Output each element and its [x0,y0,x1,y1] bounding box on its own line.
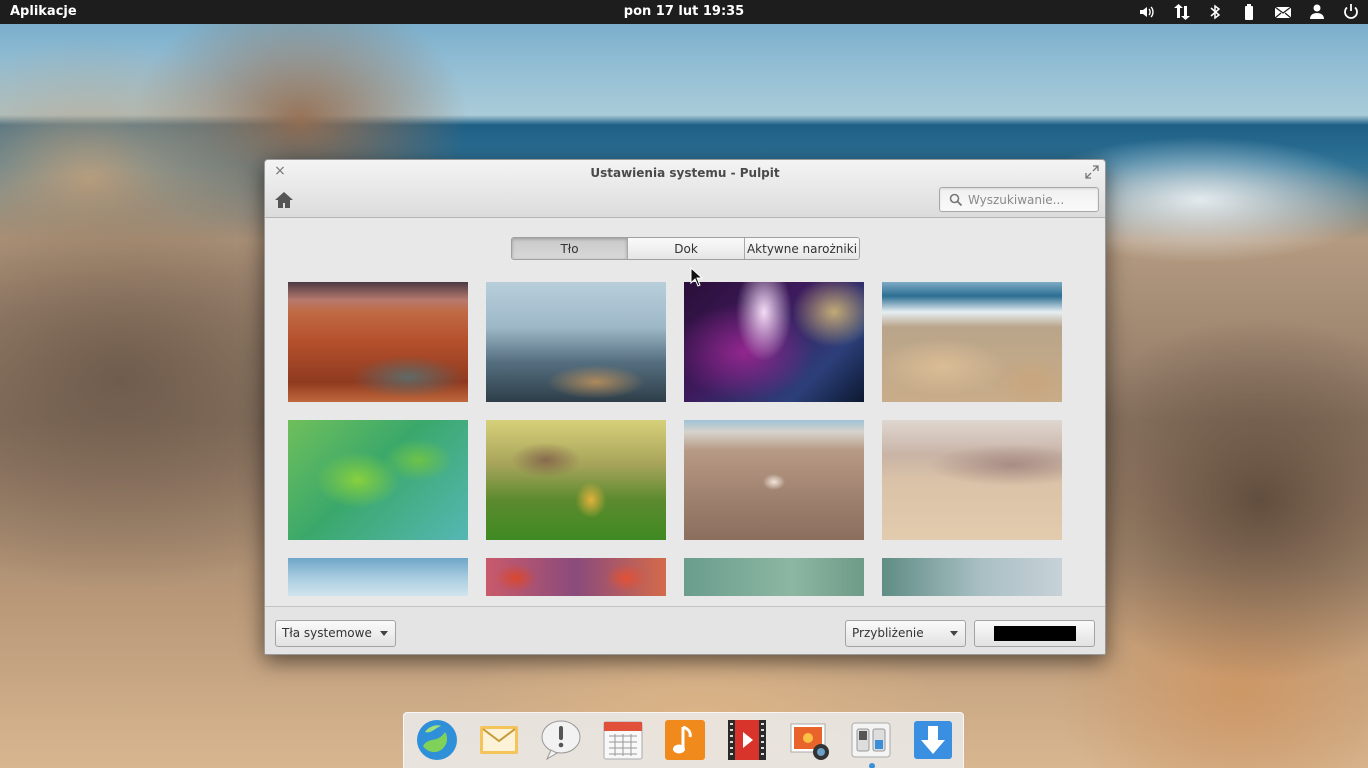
wallpaper-thumbnail-red-maple[interactable] [486,558,666,596]
dock [403,712,964,768]
chevron-down-icon [380,631,388,636]
home-icon [275,192,293,208]
scaling-mode-dropdown[interactable]: Przybliżenie [845,620,966,647]
wallpaper-thumbnail-winter-city[interactable] [486,282,666,402]
dock-feedback[interactable] [539,718,583,762]
color-swatch [994,626,1076,641]
calendar-icon [603,721,643,760]
wallpaper-source-label: Tła systemowe [282,626,372,640]
wallpaper-thumbnail-cosmic-nebula[interactable] [684,282,864,402]
dock-browser[interactable] [415,718,459,762]
user-icon[interactable] [1300,0,1334,24]
chevron-down-icon [950,631,958,636]
titlebar: × Ustawienia systemu - Pulpit [265,160,1105,218]
music-note-icon [665,720,705,760]
mouse-pointer-icon [690,267,704,287]
battery-icon[interactable] [1232,0,1266,24]
dock-calendar[interactable] [601,718,645,762]
dock-app-center[interactable] [911,718,955,762]
search-box [939,187,1099,212]
background-color-button[interactable] [974,620,1095,647]
dock-running-indicator [869,763,875,768]
speech-bubble-icon [541,720,581,761]
tab-hot-corners[interactable]: Aktywne narożniki [745,238,859,259]
search-icon [949,193,963,207]
maximize-button[interactable] [1085,164,1099,179]
settings-window: × Ustawienia systemu - Pulpit Tło Dok Ak… [264,159,1106,655]
scaling-mode-label: Przybliżenie [852,626,924,640]
power-icon[interactable] [1334,0,1368,24]
wallpaper-thumbnail-grey-blur[interactable] [882,558,1062,596]
wallpaper-thumbnail-desert-dunes[interactable] [882,420,1062,540]
wallpaper-grid [265,276,1105,596]
dock-system-settings[interactable] [849,718,893,762]
film-strip-icon [728,720,766,760]
dock-music[interactable] [663,718,707,762]
clock[interactable]: pon 17 lut 19:35 [624,4,744,19]
wallpaper-thumbnail-canyon[interactable] [288,282,468,402]
volume-icon[interactable] [1130,0,1164,24]
browser-icon [417,720,457,760]
top-panel: Aplikacje pon 17 lut 19:35 [0,0,1368,24]
dock-mail[interactable] [477,718,521,762]
download-arrow-icon [914,721,952,759]
dock-video[interactable] [725,718,769,762]
mail-icon [480,726,518,754]
search-input[interactable] [968,191,1094,208]
mail-icon[interactable] [1266,0,1300,24]
wallpaper-thumbnail-autumn-leaf[interactable] [486,420,666,540]
wallpaper-thumbnail-green-leaves[interactable] [288,420,468,540]
maximize-icon [1085,165,1099,179]
network-icon[interactable] [1164,0,1198,24]
wallpaper-thumbnail-sky[interactable] [288,558,468,596]
bottom-bar: Tła systemowe Przybliżenie [265,606,1105,654]
settings-switch-icon [851,722,891,758]
photo-camera-icon [790,723,829,760]
window-title: Ustawienia systemu - Pulpit [590,166,780,180]
applications-menu[interactable]: Aplikacje [10,4,77,19]
wallpaper-thumbnail-seashell[interactable] [684,420,864,540]
home-button[interactable] [274,190,294,210]
dock-photos[interactable] [787,718,831,762]
wallpaper-thumbnail-teal-blur[interactable] [684,558,864,596]
wallpaper-source-dropdown[interactable]: Tła systemowe [275,620,396,647]
tab-wallpaper[interactable]: Tło [512,238,628,259]
mode-tabs: Tło Dok Aktywne narożniki [511,237,860,260]
wallpaper-thumbnail-sea-rocks[interactable] [882,282,1062,402]
bluetooth-icon[interactable] [1198,0,1232,24]
close-button[interactable]: × [273,164,287,178]
tab-dock[interactable]: Dok [628,238,745,259]
